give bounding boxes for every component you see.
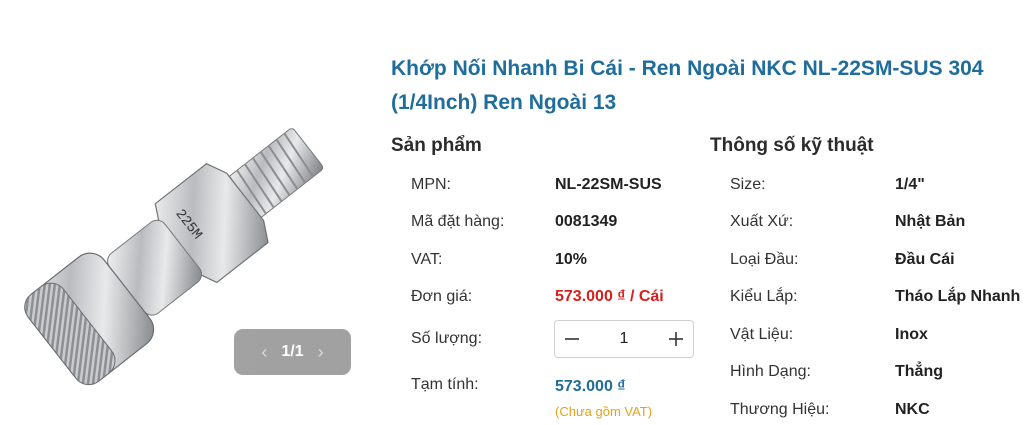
spec-label-brand: Thương Hiệu: [730,401,830,418]
order-code-value: 0081349 [555,213,618,230]
specs-section-heading: Thông số kỹ thuật [710,135,874,156]
chevron-left-icon[interactable]: ‹ [247,342,281,363]
plus-icon[interactable] [659,321,693,357]
spec-label-shape: Hình Dạng: [730,363,811,380]
quantity-label: Số lượng: [411,330,483,347]
spec-value-origin: Nhật Bản [895,213,966,230]
order-code-label: Mã đặt hàng: [411,213,505,230]
spec-label-material: Vật Liệu: [730,326,794,343]
mpn-label: MPN: [411,176,451,193]
subtotal-value: 573.000 ₫ [555,378,626,395]
unit-price-value: 573.000 ₫ / Cái [555,288,664,305]
mpn-value: NL-22SM-SUS [555,176,662,193]
product-section-heading: Sản phẩm [391,135,482,156]
spec-value-shape: Thẳng [895,363,943,380]
spec-label-origin: Xuất Xứ: [730,213,794,230]
vat-note: (Chưa gồm VAT) [555,404,653,419]
spec-value-material: Inox [895,326,928,343]
spec-label-mount-type: Kiểu Lắp: [730,288,798,305]
spec-value-head-type: Đầu Cái [895,251,955,268]
vat-value: 10% [555,251,588,268]
minus-icon[interactable] [555,321,589,357]
quantity-stepper [554,320,694,358]
spec-value-size: 1/4" [895,176,925,193]
unit-price-label: Đơn giá: [411,288,473,305]
quantity-input[interactable] [592,329,656,349]
chevron-right-icon[interactable]: › [304,342,338,363]
subtotal-label: Tạm tính: [411,376,479,393]
gallery-pager: ‹ 1/1 › [234,329,351,375]
vat-label: VAT: [411,251,443,268]
spec-value-brand: NKC [895,401,930,418]
spec-value-mount-type: Tháo Lắp Nhanh [895,288,1021,305]
gallery-counter: 1/1 [281,343,304,360]
spec-label-head-type: Loại Đầu: [730,251,799,268]
spec-label-size: Size: [730,176,766,193]
product-title: Khớp Nối Nhanh Bi Cái - Ren Ngoài NKC NL… [391,57,984,114]
